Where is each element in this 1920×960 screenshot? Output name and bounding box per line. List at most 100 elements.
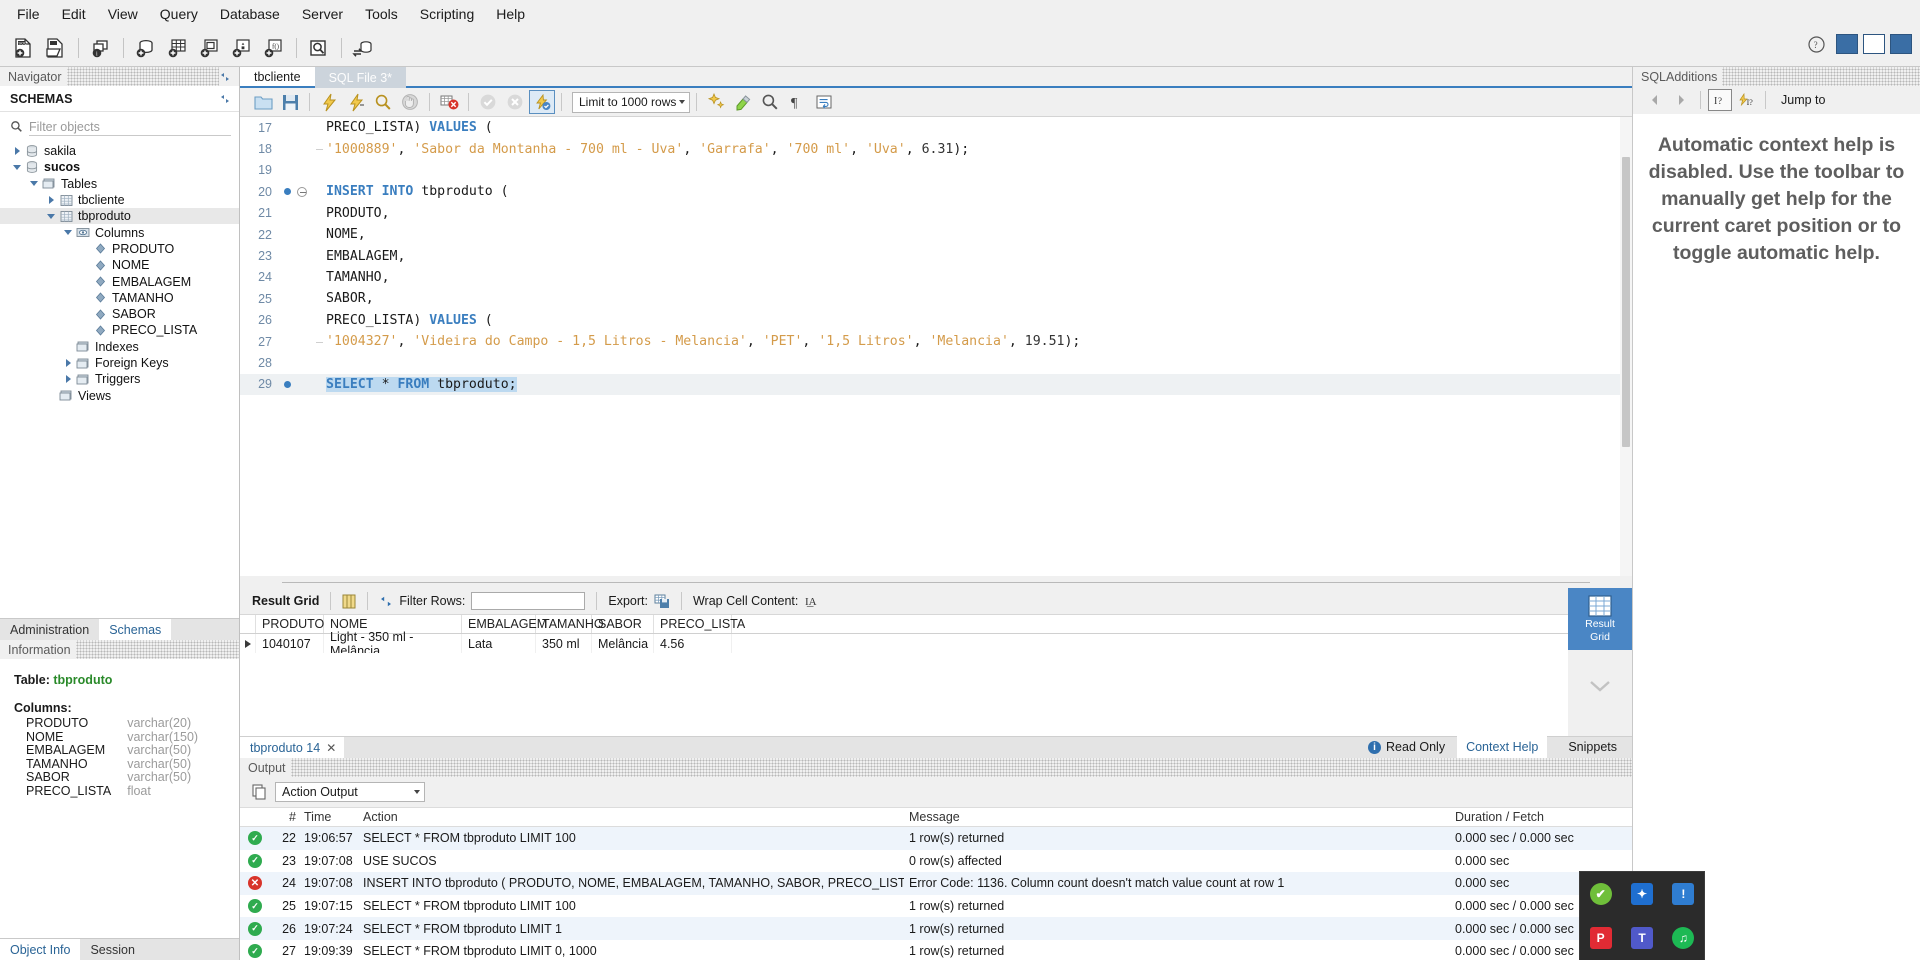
result-grid-body[interactable]: 1040107 Light - 350 ml - Melância Lata 350 …: [240, 630, 1632, 658]
code-text[interactable]: PRECO_LISTA) VALUES (: [324, 120, 493, 135]
output-toggle-button[interactable]: [1863, 34, 1885, 54]
output-row[interactable]: ✕ 24 19:07:08 INSERT INTO tbproduto ( PRODU…: [240, 872, 1632, 895]
tab-session[interactable]: Session: [80, 939, 144, 960]
code-line[interactable]: 26 PRECO_LISTA) VALUES (: [240, 310, 1632, 331]
open-file-icon[interactable]: [250, 90, 276, 114]
tree-node-tables[interactable]: Tables: [0, 176, 239, 192]
result-cell[interactable]: 1040107: [256, 634, 324, 653]
navigator-refresh-icon[interactable]: [219, 71, 239, 83]
tab-sql-file-3[interactable]: SQL File 3*: [314, 67, 407, 88]
manual-help-icon[interactable]: I?: [1708, 89, 1732, 111]
bluetooth-icon[interactable]: ✦: [1630, 883, 1653, 905]
filter-rows-input[interactable]: [471, 592, 586, 610]
code-lines[interactable]: 17 PRECO_LISTA) VALUES (18 '1000889', 'Sab…: [240, 117, 1632, 576]
output-row[interactable]: ✓ 23 19:07:08 USE SUCOS 0 row(s) affected 0.0…: [240, 850, 1632, 873]
code-line[interactable]: 29 SELECT * FROM tbproduto;: [240, 373, 1632, 396]
tab-snippets[interactable]: Snippets: [1559, 736, 1626, 758]
result-column-header[interactable]: EMBALAGEM: [462, 615, 547, 633]
tree-node-produto[interactable]: PRODUTO: [0, 241, 239, 257]
result-cell[interactable]: Light - 350 ml - Melância: [324, 630, 462, 658]
code-text[interactable]: PRODUTO,: [324, 206, 390, 221]
spotify-icon[interactable]: ♫: [1672, 927, 1695, 949]
clear-icon[interactable]: [730, 90, 756, 114]
execute-statement-icon[interactable]: [316, 90, 342, 114]
toggle-stop-on-error-icon[interactable]: [436, 90, 462, 114]
toggle-invisible-icon[interactable]: ¶: [784, 90, 810, 114]
chevron-right-icon[interactable]: [61, 359, 75, 367]
filter-objects-input[interactable]: Filter objects: [29, 116, 231, 136]
export-icon[interactable]: [654, 594, 670, 609]
chevron-right-icon[interactable]: [44, 196, 58, 205]
open-sql-script-icon[interactable]: [40, 34, 70, 62]
result-column-header[interactable]: TAMANHO: [536, 615, 604, 633]
secondary-sidebar-toggle-button[interactable]: [1890, 34, 1912, 54]
save-script-icon[interactable]: [277, 90, 303, 114]
schemas-refresh-icon[interactable]: [219, 93, 231, 105]
code-text[interactable]: NOME,: [324, 227, 366, 242]
connection-info-icon[interactable]: i: [85, 34, 115, 62]
tree-node-views[interactable]: Views: [0, 387, 239, 403]
create-view-icon[interactable]: [194, 34, 224, 62]
microsoft-teams-icon[interactable]: T: [1630, 927, 1653, 949]
tree-node-foreign-keys[interactable]: Foreign Keys: [0, 355, 239, 371]
result-column-header[interactable]: SABOR: [592, 615, 654, 633]
explain-query-icon[interactable]: [370, 90, 396, 114]
editor-scroll-thumb[interactable]: [1622, 157, 1630, 447]
copy-icon[interactable]: [252, 784, 267, 800]
fold-toggle-icon[interactable]: [294, 186, 310, 197]
chevron-right-icon[interactable]: [10, 147, 24, 156]
autocommit-icon[interactable]: [529, 90, 555, 114]
code-text[interactable]: '1000889', 'Sabor da Montanha - 700 ml -…: [324, 142, 969, 157]
chevron-down-icon[interactable]: [44, 213, 58, 219]
result-grid-side-button[interactable]: Result Grid: [1568, 588, 1632, 650]
commit-icon[interactable]: [475, 90, 501, 114]
sql-code-editor[interactable]: 17 PRECO_LISTA) VALUES (18 '1000889', 'Sab…: [240, 117, 1632, 576]
result-cell[interactable]: Lata: [462, 634, 536, 653]
wrap-lines-icon[interactable]: [811, 90, 837, 114]
result-tab-tbproduto[interactable]: tbproduto 14 ✕: [240, 737, 345, 758]
code-line[interactable]: 27 '1004327', 'Videira do Campo - 1,5 Lit…: [240, 331, 1632, 352]
result-column-header[interactable]: PRECO_LISTA: [654, 615, 745, 633]
code-line[interactable]: 23 EMBALAGEM,: [240, 245, 1632, 266]
menu-item-edit[interactable]: Edit: [51, 2, 97, 26]
wrap-cell-icon[interactable]: I͟A: [804, 594, 818, 608]
code-text[interactable]: '1004327', 'Videira do Campo - 1,5 Litro…: [324, 334, 1080, 349]
code-line[interactable]: 24 TAMANHO,: [240, 267, 1632, 288]
tree-node-triggers[interactable]: Triggers: [0, 371, 239, 387]
chevron-down-icon[interactable]: [27, 181, 41, 187]
execute-current-statement-icon[interactable]: [343, 90, 369, 114]
grid-view-icon[interactable]: [342, 594, 356, 609]
code-line[interactable]: 21 PRODUTO,: [240, 203, 1632, 224]
code-text[interactable]: PRECO_LISTA) VALUES (: [324, 313, 493, 328]
tree-node-columns[interactable]: Columns: [0, 224, 239, 240]
tree-node-tamanho[interactable]: TAMANHO: [0, 290, 239, 306]
reconnect-icon[interactable]: [348, 34, 378, 62]
code-line[interactable]: 17 PRECO_LISTA) VALUES (: [240, 117, 1632, 138]
new-sql-tab-icon[interactable]: SQL: [8, 34, 38, 62]
tab-context-help[interactable]: Context Help: [1457, 736, 1548, 758]
code-line[interactable]: 28: [240, 352, 1632, 373]
tree-node-sakila[interactable]: sakila: [0, 143, 239, 159]
tree-node-embalagem[interactable]: EMBALAGEM: [0, 273, 239, 289]
beautify-icon[interactable]: [703, 90, 729, 114]
code-line[interactable]: 19: [240, 160, 1632, 181]
auto-help-icon[interactable]: I?: [1734, 89, 1758, 111]
result-row[interactable]: 1040107 Light - 350 ml - Melância Lata 350 …: [240, 630, 1632, 658]
close-icon[interactable]: ✕: [326, 741, 336, 755]
code-line[interactable]: 25 SABOR,: [240, 288, 1632, 309]
output-view-select[interactable]: Action Output: [275, 782, 425, 802]
row-selector-icon[interactable]: [240, 634, 256, 653]
onedrive-icon[interactable]: ✔: [1589, 883, 1612, 905]
output-row[interactable]: ✓ 26 19:07:24 SELECT * FROM tbproduto LIMIT…: [240, 917, 1632, 940]
output-row[interactable]: ✓ 25 19:07:15 SELECT * FROM tbproduto LIMIT…: [240, 895, 1632, 918]
pinterest-icon[interactable]: P: [1589, 927, 1612, 949]
back-arrow-icon[interactable]: [1643, 89, 1667, 111]
chevron-down-icon[interactable]: [1587, 678, 1613, 694]
create-schema-icon[interactable]: [130, 34, 160, 62]
code-line[interactable]: 18 '1000889', 'Sabor da Montanha - 700 ml…: [240, 138, 1632, 159]
tab-schemas[interactable]: Schemas: [99, 619, 172, 640]
menu-item-help[interactable]: Help: [485, 2, 536, 26]
create-function-icon[interactable]: f(): [258, 34, 288, 62]
editor-vertical-scrollbar[interactable]: [1620, 117, 1632, 576]
menu-item-scripting[interactable]: Scripting: [409, 2, 485, 26]
